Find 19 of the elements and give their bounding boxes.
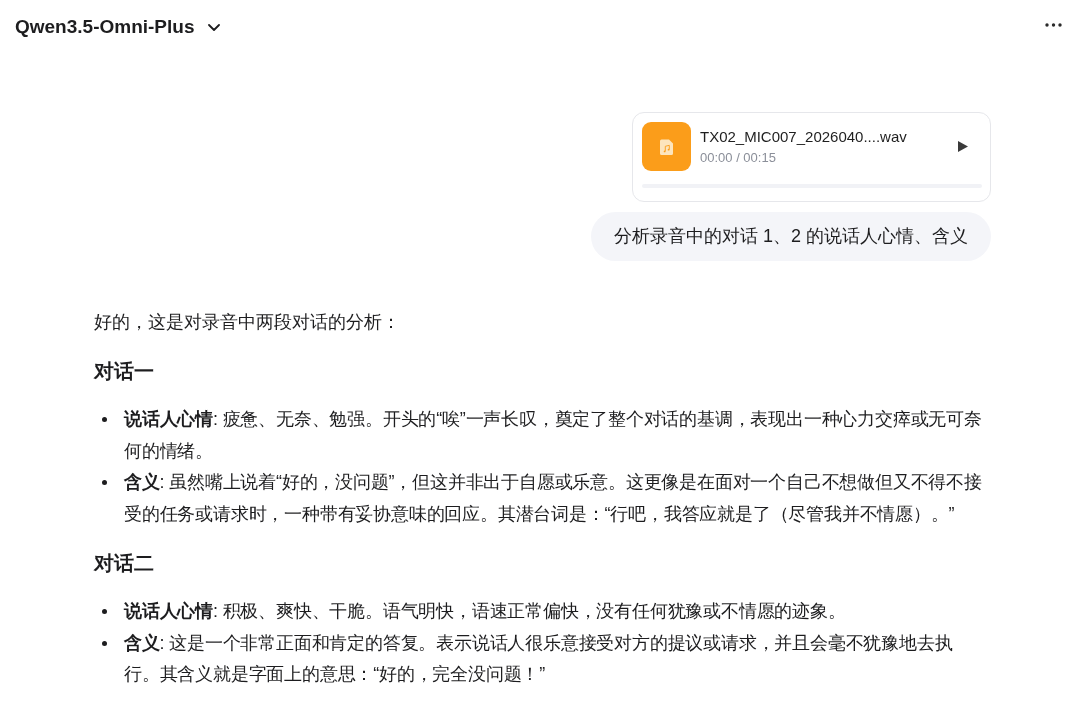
bullet-icon [102, 417, 107, 423]
list-item-text: 说话人心情: 疲惫、无奈、勉强。开头的“唉”一声长叹，奠定了整个对话的基调，表现出一种心力交瘁或无可奈何的情绪。 [124, 408, 983, 463]
bullet-icon [102, 640, 107, 646]
playback-time: 00:00 / 00:15 [700, 148, 776, 167]
reply-paragraph: 好的，这是对录音中两段对话的分析： [94, 311, 401, 334]
bullet-icon [102, 480, 107, 486]
section-heading: 对话一 [94, 359, 155, 384]
play-icon [958, 141, 968, 152]
list-item-text: 含义: 这是一个非常正面和肯定的答复。表示说话人很乐意接受对方的提议或请求，并且会毫不犹豫地去执行。其含义就是字面上的意思：“好的，完全没问题！” [124, 631, 954, 686]
more-icon [1045, 23, 1062, 27]
user-message-bubble: 分析录音中的对话 1、2 的说话人心情、含义 [590, 212, 991, 261]
music-file-icon [642, 122, 691, 171]
model-selector[interactable]: Qwen3.5-Omni-Plus [15, 16, 221, 38]
list-item-text: 含义: 虽然嘴上说着“好的，没问题”，但这并非出于自愿或乐意。这更像是在面对一个自己不想做但又不得不接受的任务或请求时，一种带有妥协意味的回应。其潜台词是：“行吧，我答应就是了（尽管我并不情愿）。” [124, 471, 983, 526]
section-heading: 对话二 [94, 551, 155, 576]
file-name: TX02_MIC007_2026040....wav [700, 126, 907, 147]
bullet-icon [102, 609, 107, 615]
chevron-down-icon [208, 23, 221, 31]
list-item-text: 说话人心情: 积极、爽快、干脆。语气明快，语速正常偏快，没有任何犹豫或不情愿的迹象。 [124, 600, 847, 623]
